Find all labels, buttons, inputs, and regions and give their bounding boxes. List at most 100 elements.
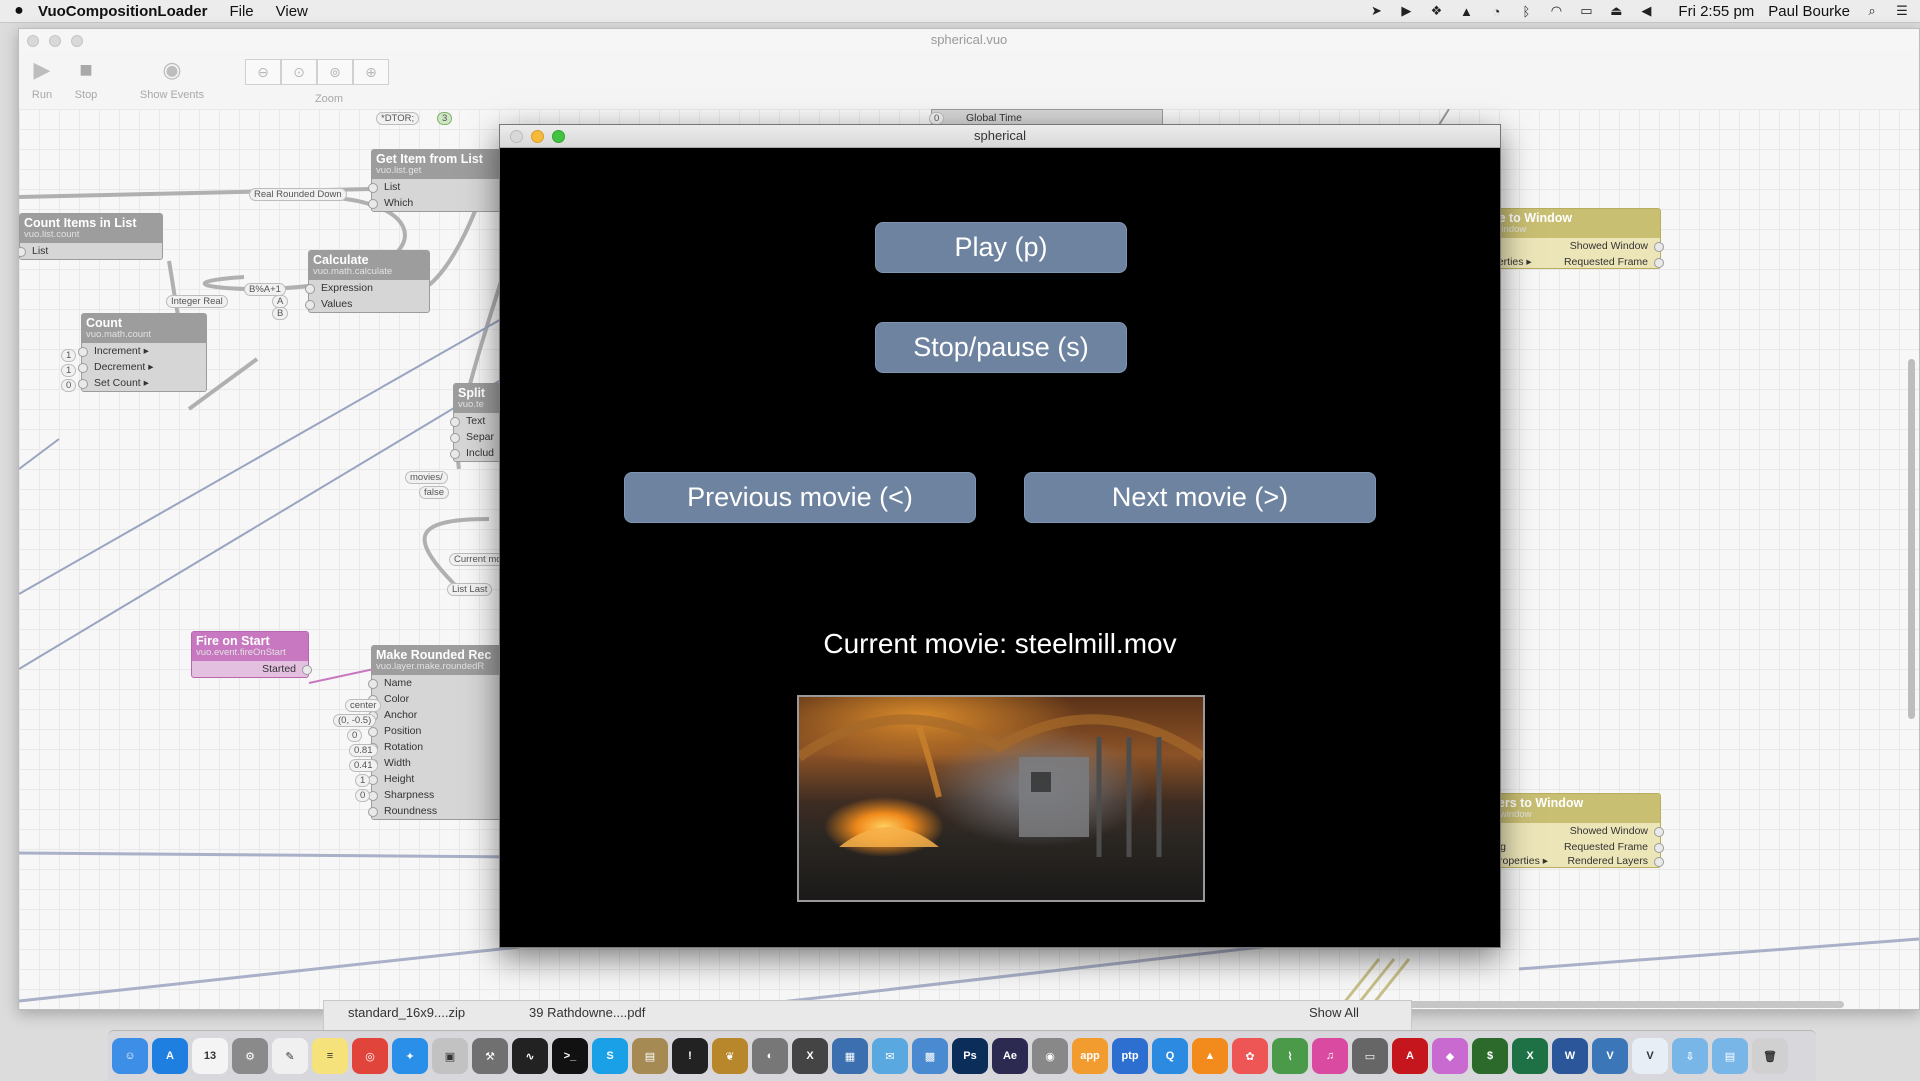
stop-pause-button[interactable]: Stop/pause (s) xyxy=(875,322,1127,373)
port-decrement[interactable]: Decrement ▸ xyxy=(78,359,206,375)
menu-file[interactable]: File xyxy=(229,3,253,20)
zoom-window-icon[interactable] xyxy=(71,35,83,47)
itunes-icon[interactable]: ♫ xyxy=(1312,1038,1348,1074)
menubar-user[interactable]: Paul Bourke xyxy=(1768,3,1850,20)
app-icon[interactable]: app xyxy=(1072,1038,1108,1074)
decrement-value[interactable]: 1 xyxy=(61,364,77,377)
bluetooth-icon[interactable]: ᛒ xyxy=(1518,3,1534,19)
current-movie-label-node[interactable]: Current mo xyxy=(449,553,507,566)
activity-monitor-icon[interactable]: ∿ xyxy=(512,1038,548,1074)
show-all-button[interactable]: Show All xyxy=(1309,1005,1359,1020)
vertical-scrollbar[interactable] xyxy=(1908,359,1915,719)
vuo-icon[interactable]: V xyxy=(1592,1038,1628,1074)
quicktime-icon[interactable]: Q xyxy=(1152,1038,1188,1074)
count-node[interactable]: Count vuo.math.count Increment ▸ Decreme… xyxy=(78,313,207,392)
render-layers-to-window-node[interactable]: ayers to Window der.window Showed Window… xyxy=(1475,793,1665,868)
eject-icon[interactable]: ⏏ xyxy=(1608,3,1624,19)
documents-folder-icon[interactable]: ▤ xyxy=(1712,1038,1748,1074)
volume-icon[interactable]: ◀ xyxy=(1638,3,1654,19)
port-values[interactable]: Values xyxy=(305,296,429,312)
port-list[interactable]: List xyxy=(19,243,162,259)
time-machine-icon[interactable]: ◔ xyxy=(1488,3,1504,19)
port-expression[interactable]: Expression xyxy=(305,280,429,296)
airplay-icon[interactable]: ▭ xyxy=(1578,3,1594,19)
notification-center-icon[interactable]: ☰ xyxy=(1894,3,1910,19)
network-icon[interactable]: ◐ xyxy=(752,1038,788,1074)
include-constant[interactable]: false xyxy=(419,486,450,499)
show-events-button[interactable]: ◉ Show Events xyxy=(137,57,207,101)
minimize-window-icon[interactable] xyxy=(49,35,61,47)
integer-real-converter[interactable]: Integer Real xyxy=(166,295,228,308)
acrobat-icon[interactable]: A xyxy=(1392,1038,1428,1074)
x11-icon[interactable]: X xyxy=(792,1038,828,1074)
real-rounded-converter[interactable]: Real Rounded Down xyxy=(249,188,347,201)
close-window-icon[interactable] xyxy=(27,35,39,47)
fire-on-start-node[interactable]: Fire on Start vuo.event.fireOnStart Star… xyxy=(191,631,312,678)
textedit-icon[interactable]: ✎ xyxy=(272,1038,308,1074)
system-preferences-icon[interactable]: ⚙ xyxy=(232,1038,268,1074)
console-icon[interactable]: ! xyxy=(672,1038,708,1074)
port-set-count[interactable]: Set Count ▸ xyxy=(78,375,206,391)
port-requested-frame[interactable]: Requested Frame xyxy=(1560,254,1665,270)
rosetta-icon[interactable]: ❦ xyxy=(712,1038,748,1074)
render-image-to-window-node[interactable]: age to Window er.window Showed Window pe… xyxy=(1476,208,1665,270)
calculate-node[interactable]: Calculate vuo.math.calculate Expression … xyxy=(305,250,430,313)
scanner-icon[interactable]: ▭ xyxy=(1352,1038,1388,1074)
stop-button[interactable]: ■ Stop xyxy=(69,57,103,101)
drive-icon[interactable]: ▲ xyxy=(1458,3,1474,19)
app-menu[interactable]: VuoCompositionLoader xyxy=(38,3,207,20)
safari-icon[interactable]: ✦ xyxy=(392,1038,428,1074)
next-movie-button[interactable]: Next movie (>) xyxy=(1024,472,1376,523)
chrome-icon[interactable]: ◎ xyxy=(352,1038,388,1074)
height-value[interactable]: 0.41 xyxy=(349,759,378,772)
terminal-icon[interactable]: >_ xyxy=(552,1038,588,1074)
menubar-clock[interactable]: Fri 2:55 pm xyxy=(1678,3,1754,20)
dropbox-icon[interactable]: ❖ xyxy=(1428,3,1444,19)
location-icon[interactable]: ➤ xyxy=(1368,3,1384,19)
finder-icon[interactable]: ☺ xyxy=(112,1038,148,1074)
apple-menu-icon[interactable]: ● xyxy=(0,2,38,20)
anchor-value[interactable]: center xyxy=(345,699,382,712)
port-showed-window[interactable]: Showed Window xyxy=(1480,238,1664,254)
list-last-node[interactable]: List Last xyxy=(447,583,493,596)
after-effects-icon[interactable]: Ae xyxy=(992,1038,1028,1074)
image-capture-icon[interactable]: ▩ xyxy=(912,1038,948,1074)
zoom-fit-icon[interactable]: ⊚ xyxy=(317,59,353,85)
photoshop-icon[interactable]: Ps xyxy=(952,1038,988,1074)
photos-icon[interactable]: ✿ xyxy=(1232,1038,1268,1074)
download-item-pdf[interactable]: 39 Rathdowne....pdf xyxy=(529,1005,645,1020)
download-item-zip[interactable]: standard_16x9....zip xyxy=(348,1005,465,1020)
port-showed-window[interactable]: Showed Window xyxy=(1480,823,1664,839)
zoom-actual-icon[interactable]: ⊙ xyxy=(281,59,317,85)
skype-icon[interactable]: S xyxy=(592,1038,628,1074)
increment-value[interactable]: 1 xyxy=(61,349,77,362)
migration-icon[interactable]: ✉ xyxy=(872,1038,908,1074)
value-b[interactable]: B xyxy=(272,307,289,320)
zoom-window-icon[interactable] xyxy=(552,130,565,143)
port-started[interactable]: Started xyxy=(192,661,312,677)
cli-icon[interactable]: $ xyxy=(1472,1038,1508,1074)
rotation-value[interactable]: 0 xyxy=(347,729,363,742)
zoom-in-icon[interactable]: ⊕ xyxy=(353,59,389,85)
play-button[interactable]: Play (p) xyxy=(875,222,1127,273)
word-icon[interactable]: W xyxy=(1552,1038,1588,1074)
ptp-icon[interactable]: ptp xyxy=(1112,1038,1148,1074)
play-status-icon[interactable]: ▶ xyxy=(1398,3,1414,19)
previous-movie-button[interactable]: Previous movie (<) xyxy=(624,472,976,523)
utility-icon[interactable]: ⚒ xyxy=(472,1038,508,1074)
wifi-icon[interactable]: ◠ xyxy=(1548,3,1564,19)
preview-icon[interactable]: ▣ xyxy=(432,1038,468,1074)
vuo-doc-icon[interactable]: V xyxy=(1632,1038,1668,1074)
close-window-icon[interactable] xyxy=(510,130,523,143)
photo-icon[interactable]: ▦ xyxy=(832,1038,868,1074)
spotlight-search-icon[interactable]: ⌕ xyxy=(1864,3,1880,19)
app-store-icon[interactable]: A xyxy=(152,1038,188,1074)
calendar-icon[interactable]: 13 xyxy=(192,1038,228,1074)
roundness-value[interactable]: 0 xyxy=(355,789,371,802)
notes-icon[interactable]: ≡ xyxy=(312,1038,348,1074)
grapher-icon[interactable]: ⌇ xyxy=(1272,1038,1308,1074)
notebook-icon[interactable]: ▤ xyxy=(632,1038,668,1074)
trash-icon[interactable]: 🗑 xyxy=(1752,1038,1788,1074)
separator-constant[interactable]: movies/ xyxy=(405,471,448,484)
position-value[interactable]: (0, -0.5) xyxy=(333,714,377,727)
